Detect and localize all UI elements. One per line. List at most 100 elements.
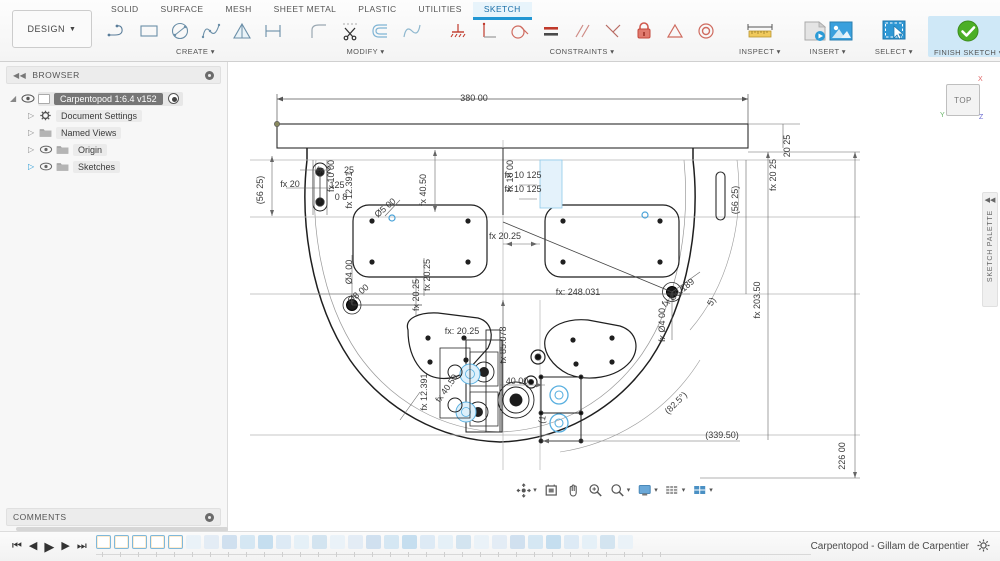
zoom-window-icon[interactable] — [585, 481, 605, 499]
expand-triangle-icon[interactable]: ▷ — [28, 145, 39, 154]
timeline-feature-node[interactable] — [420, 535, 435, 549]
timeline-feature-node[interactable] — [114, 535, 129, 549]
fillet-icon[interactable] — [305, 17, 333, 45]
dimension-fx-2025-vert-b[interactable]: fx 20.25 — [411, 279, 421, 311]
skip-start-icon[interactable]: ⏮ — [12, 541, 22, 552]
dimension-fx-2025-center[interactable]: fx 20.25 — [489, 231, 521, 241]
root-component[interactable]: Carpentopod 1:6.4 v152 — [38, 92, 183, 106]
timeline-feature-node[interactable] — [240, 535, 255, 549]
dimension-fx-20350[interactable]: fx 203.50 — [752, 281, 762, 318]
dimension-ref-1[interactable]: (1 — [536, 415, 547, 425]
visibility-eye-icon[interactable] — [39, 144, 53, 155]
timeline-feature-node[interactable] — [150, 535, 165, 549]
step-forward-icon[interactable]: ▶ — [61, 541, 69, 552]
expand-triangle-icon[interactable]: ◢ — [10, 94, 21, 103]
dimension-dim-22600[interactable]: 226 00 — [837, 442, 847, 470]
timeline-feature-node[interactable] — [276, 535, 291, 549]
dimension-fx-1000-vert[interactable]: fx 10 00 — [505, 160, 515, 192]
timeline-feature-node[interactable] — [204, 535, 219, 549]
collapse-arrows-icon[interactable]: ◀◀ — [13, 71, 26, 80]
workspace-switcher-button[interactable]: DESIGN ▼ — [12, 10, 92, 48]
timeline-feature-node[interactable] — [402, 535, 417, 549]
circle-icon[interactable] — [166, 17, 194, 45]
timeline-feature-node[interactable] — [456, 535, 471, 549]
fit-view-icon[interactable] — [541, 481, 561, 499]
spline-icon[interactable] — [197, 17, 225, 45]
tree-item-document-settings[interactable]: ▷ Document Settings — [0, 107, 227, 124]
timeline-feature-node[interactable] — [366, 535, 381, 549]
inspect-button[interactable]: INSPECT ▾ — [734, 16, 786, 56]
timeline-feature-node[interactable] — [618, 535, 633, 549]
dimension-left-height-ref[interactable]: (56 25) — [255, 176, 265, 205]
midpoint-icon[interactable] — [599, 17, 627, 45]
visibility-eye-icon[interactable] — [21, 93, 35, 104]
dimension-fx-4050-lower[interactable]: fx 40.50 — [433, 372, 460, 404]
sketch-canvas[interactable]: 380 0020 25fx 20 25(56 25)(56 25)fx 2fx … — [228, 62, 1000, 503]
grid-snap-icon[interactable] — [662, 481, 682, 499]
dimension-right-height-ref[interactable]: (56 25) — [730, 186, 740, 215]
dimension-dia-400-left[interactable]: Ø4 00 — [344, 260, 354, 285]
tree-root-row[interactable]: ◢ Carpentopod 1:6.4 v152 — [0, 90, 227, 107]
equal-icon[interactable] — [537, 17, 565, 45]
timeline-feature-node[interactable] — [222, 535, 237, 549]
comments-header[interactable]: COMMENTS — [6, 508, 221, 526]
pan-icon[interactable] — [563, 481, 583, 499]
tree-item-named-views[interactable]: ▷ Named Views — [0, 124, 227, 141]
lock-icon[interactable] — [630, 17, 658, 45]
line-icon[interactable] — [104, 17, 132, 45]
insert-button[interactable]: INSERT ▾ — [796, 16, 860, 56]
timeline-feature-node[interactable] — [348, 535, 363, 549]
play-icon[interactable]: ▶ — [44, 540, 54, 553]
tree-item-origin[interactable]: ▷ Origin — [0, 141, 227, 158]
break-icon[interactable] — [398, 17, 426, 45]
concentric-icon[interactable] — [692, 17, 720, 45]
expand-arrows-icon[interactable]: ◀◀ — [985, 196, 996, 204]
tangent-icon[interactable] — [506, 17, 534, 45]
dimension-fx-248031[interactable]: fx: 248.031 — [556, 287, 601, 297]
timeline-feature-node[interactable] — [564, 535, 579, 549]
dimension-fx-dia-400-right[interactable]: fx Ø4 00 — [657, 308, 667, 342]
comments-options-icon[interactable] — [205, 513, 214, 522]
perpendicular-icon[interactable] — [475, 17, 503, 45]
parallel-icon[interactable] — [568, 17, 596, 45]
timeline-feature-node[interactable] — [330, 535, 345, 549]
view-cube[interactable]: TOP X Y Z — [940, 76, 986, 122]
sketch-dimension-icon[interactable] — [259, 17, 287, 45]
expand-triangle-icon[interactable]: ▷ — [28, 111, 39, 120]
fix-ground-icon[interactable] — [444, 17, 472, 45]
expand-triangle-icon[interactable]: ▷ — [28, 128, 39, 137]
dimension-fx-12391[interactable]: fx 12.391 — [344, 171, 354, 208]
viewports-icon[interactable] — [689, 481, 709, 499]
dimension-right-offset-top[interactable]: 20 25 — [782, 135, 792, 158]
timeline-feature-node[interactable] — [168, 535, 183, 549]
dimension-right-offset-fx[interactable]: fx 20 25 — [768, 159, 778, 191]
view-cube-top-face[interactable]: TOP — [946, 84, 980, 116]
timeline-feature-node[interactable] — [96, 535, 111, 549]
dimension-fx-1000-left[interactable]: fx 10 00 — [326, 160, 336, 192]
dimension-ref-33950[interactable]: (339.50) — [705, 430, 739, 440]
dimension-fx-2025-lower[interactable]: fx: 20.25 — [445, 326, 480, 336]
chevron-down-icon[interactable]: ▾ — [709, 486, 713, 494]
select-button[interactable]: SELECT ▾ — [870, 16, 918, 56]
timeline-feature-node[interactable] — [510, 535, 525, 549]
dimension-fx-left-b[interactable]: fx 20 — [280, 179, 300, 189]
timeline-feature-node[interactable] — [186, 535, 201, 549]
activate-component-radio[interactable] — [168, 93, 179, 104]
chevron-down-icon[interactable]: ▾ — [654, 486, 658, 494]
zoom-icon[interactable] — [607, 481, 627, 499]
rectangle-icon[interactable] — [135, 17, 163, 45]
dimension-ref-825[interactable]: (82.5°) — [663, 390, 689, 416]
dimension-dim-4000[interactable]: 40 00 — [506, 376, 529, 386]
display-settings-icon[interactable] — [634, 481, 654, 499]
step-back-icon[interactable]: ◀ — [29, 541, 37, 552]
orbit-icon[interactable] — [513, 481, 533, 499]
timeline-feature-node[interactable] — [528, 535, 543, 549]
skip-end-icon[interactable]: ⏭ — [77, 541, 87, 552]
timeline-feature-node[interactable] — [132, 535, 147, 549]
timeline-feature-node[interactable] — [492, 535, 507, 549]
offset-icon[interactable] — [367, 17, 395, 45]
symmetry-icon[interactable] — [661, 17, 689, 45]
expand-triangle-icon[interactable]: ▷ — [28, 162, 39, 171]
timeline-feature-node[interactable] — [258, 535, 273, 549]
tree-item-sketches[interactable]: ▷ Sketches — [0, 158, 227, 175]
